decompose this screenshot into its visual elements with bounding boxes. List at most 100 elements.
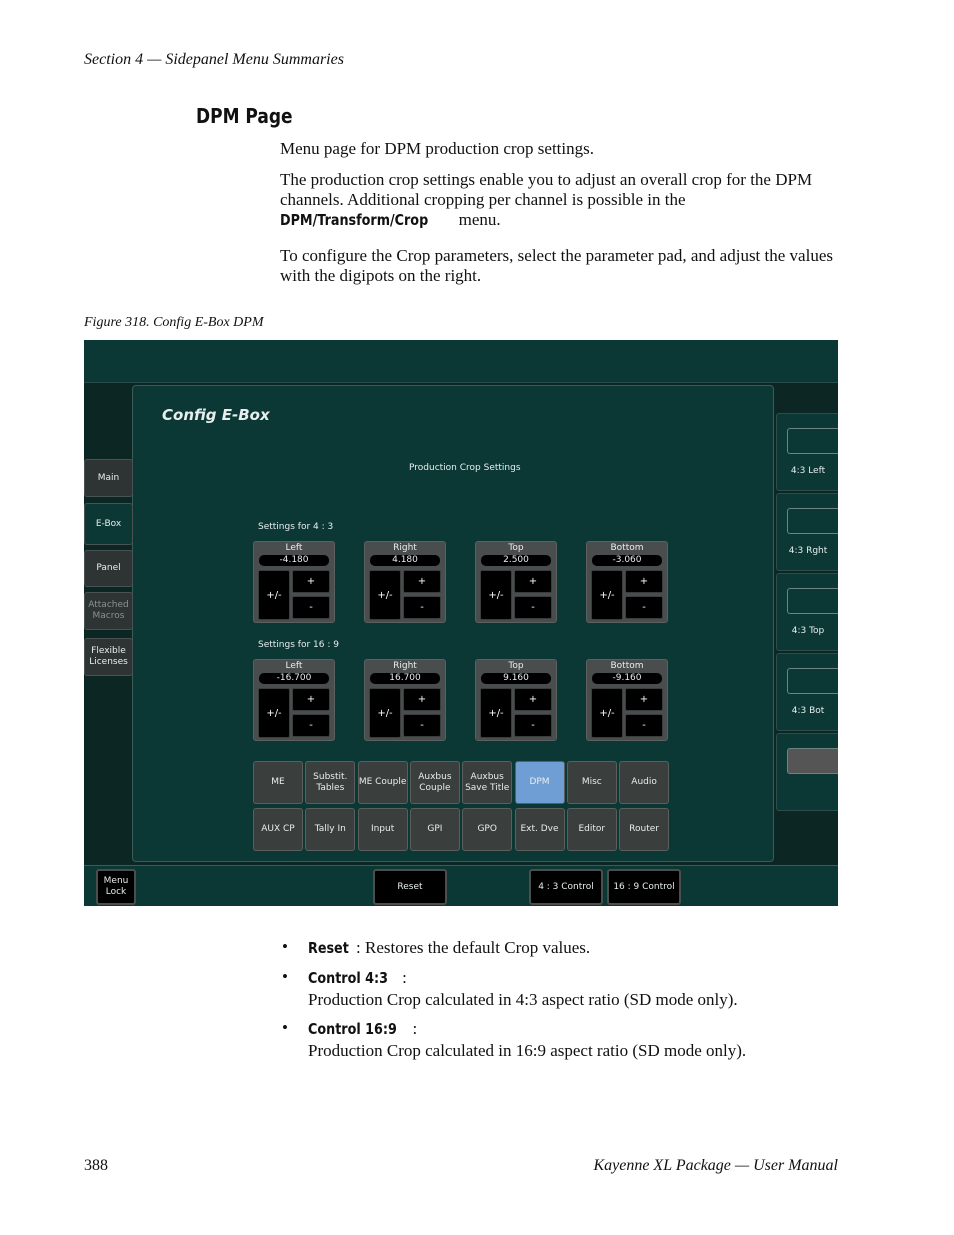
control-4-3-button[interactable]: 4 : 3 Control — [529, 869, 603, 905]
pad-value: 4.180 — [370, 555, 440, 566]
menu-path: DPM/Transform/Crop — [280, 211, 429, 229]
decrement-button[interactable]: - — [625, 714, 663, 737]
sign-toggle-button[interactable]: +/- — [369, 570, 401, 620]
decrement-button[interactable]: - — [514, 714, 552, 737]
category-button-substit-tables[interactable]: Substit. Tables — [305, 761, 356, 804]
pad-value: -4.180 — [259, 555, 329, 566]
digipot-1[interactable]: 4:3 Left — [776, 413, 838, 491]
category-button-ext-dve[interactable]: Ext. Dve — [514, 808, 565, 851]
category-button-audio[interactable]: Audio — [619, 761, 670, 804]
page-number: 388 — [84, 1157, 108, 1174]
category-button-aux-cp[interactable]: AUX CP — [253, 808, 303, 851]
crop-pad-right[interactable]: Right 16.700 +/- + - — [364, 659, 446, 741]
reset-button[interactable]: Reset — [373, 869, 447, 905]
category-button-auxbus-save-title[interactable]: Auxbus Save Title — [462, 761, 513, 804]
crop-pad-bottom[interactable]: Bottom -9.160 +/- + - — [586, 659, 668, 741]
manual-title: Kayenne XL Package — User Manual — [593, 1157, 838, 1174]
group-label: Settings for 4 : 3 — [258, 522, 334, 532]
digipot-3[interactable]: 4:3 Top — [776, 573, 838, 651]
digipot-display — [787, 668, 838, 694]
sign-toggle-button[interactable]: +/- — [480, 688, 512, 738]
digipot-5[interactable] — [776, 733, 838, 811]
sidebar-tab-e-box[interactable]: E-Box — [84, 503, 133, 545]
increment-button[interactable]: + — [625, 570, 663, 593]
pad-value: -16.700 — [259, 673, 329, 684]
decrement-button[interactable]: - — [292, 714, 330, 737]
digipot-label: 4:3 Bot — [791, 706, 825, 716]
decrement-button[interactable]: - — [292, 596, 330, 619]
text: menu. — [454, 210, 501, 229]
decrement-button[interactable]: - — [403, 714, 441, 737]
increment-button[interactable]: + — [514, 688, 552, 711]
category-button-router[interactable]: Router — [619, 808, 670, 851]
control-16-9-button[interactable]: 16 : 9 Control — [607, 869, 681, 905]
bullet-sep: : — [356, 938, 365, 957]
category-button-misc[interactable]: Misc — [566, 761, 617, 804]
pad-name: Right — [393, 661, 417, 671]
pad-name: Top — [508, 661, 524, 671]
sign-toggle-button[interactable]: +/- — [258, 570, 290, 620]
bullet-sep: : — [402, 968, 407, 987]
increment-button[interactable]: + — [514, 570, 552, 593]
crop-pad-bottom[interactable]: Bottom -3.060 +/- + - — [586, 541, 668, 623]
pad-value: -3.060 — [592, 555, 662, 566]
sign-toggle-button[interactable]: +/- — [591, 688, 623, 738]
sign-toggle-button[interactable]: +/- — [480, 570, 512, 620]
bullet-text: Production Crop calculated in 16:9 aspec… — [308, 1041, 747, 1060]
bullet-body: Control 4:3: Production Crop calculated i… — [308, 967, 848, 1010]
figure-caption: Figure 318. Config E-Box DPM — [84, 315, 264, 330]
pad-name: Left — [285, 543, 303, 553]
bottom-bar — [84, 865, 838, 906]
bullet-text: Restores the default Crop values. — [364, 938, 591, 957]
sidebar-tab-attached-macros[interactable]: Attached Macros — [84, 592, 133, 630]
increment-button[interactable]: + — [292, 570, 330, 593]
increment-button[interactable]: + — [403, 570, 441, 593]
digipot-display — [787, 588, 838, 614]
increment-button[interactable]: + — [403, 688, 441, 711]
config-ebox-screenshot: Config E-Box Production Crop Settings Ma… — [84, 340, 838, 906]
bullet-sep: : — [412, 1019, 418, 1038]
top-bar — [84, 340, 838, 383]
category-button-tally-in[interactable]: Tally In — [305, 808, 356, 851]
category-button-me[interactable]: ME — [253, 761, 303, 804]
decrement-button[interactable]: - — [514, 596, 552, 619]
pad-value: 16.700 — [370, 673, 440, 684]
sign-toggle-button[interactable]: +/- — [591, 570, 623, 620]
category-button-auxbus-couple[interactable]: Auxbus Couple — [409, 761, 460, 804]
pad-value: 2.500 — [481, 555, 551, 566]
intro-paragraph: Menu page for DPM production crop settin… — [280, 139, 594, 158]
bullet-term: Control 16:9 — [308, 1020, 397, 1038]
increment-button[interactable]: + — [292, 688, 330, 711]
crop-pad-left[interactable]: Left -16.700 +/- + - — [253, 659, 335, 741]
category-button-gpo[interactable]: GPO — [462, 808, 513, 851]
crop-pad-left[interactable]: Left -4.180 +/- + - — [253, 541, 335, 623]
decrement-button[interactable]: - — [403, 596, 441, 619]
sidebar-tab-main[interactable]: Main — [84, 459, 133, 497]
sign-toggle-button[interactable]: +/- — [369, 688, 401, 738]
digipot-4[interactable]: 4:3 Bot — [776, 653, 838, 731]
increment-button[interactable]: + — [625, 688, 663, 711]
category-button-input[interactable]: Input — [357, 808, 408, 851]
category-button-me-couple[interactable]: ME Couple — [357, 761, 408, 804]
crop-pad-top[interactable]: Top 9.160 +/- + - — [475, 659, 557, 741]
digipot-2[interactable]: 4:3 Rght — [776, 493, 838, 571]
bullet-body: Reset: Restores the default Crop values. — [308, 937, 848, 959]
decrement-button[interactable]: - — [625, 596, 663, 619]
category-button-gpi[interactable]: GPI — [409, 808, 460, 851]
sign-toggle-button[interactable]: +/- — [258, 688, 290, 738]
digipot-display — [787, 508, 838, 534]
digipot-label: 4:3 Rght — [788, 546, 828, 556]
pad-value: -9.160 — [592, 673, 662, 684]
category-button-dpm[interactable]: DPM — [514, 761, 565, 804]
group-label: Settings for 16 : 9 — [258, 640, 339, 650]
category-button-editor[interactable]: Editor — [566, 808, 617, 851]
crop-pad-top[interactable]: Top 2.500 +/- + - — [475, 541, 557, 623]
configure-paragraph: To configure the Crop parameters, select… — [280, 246, 833, 285]
menu-lock-button[interactable]: Menu Lock — [96, 869, 136, 905]
section-title: Production Crop Settings — [409, 463, 521, 473]
sidebar-tab-panel[interactable]: Panel — [84, 550, 133, 587]
pad-name: Left — [285, 661, 303, 671]
sidebar-tab-flexible-licenses[interactable]: Flexible Licenses — [84, 638, 133, 676]
bullet-term: Control 4:3 — [308, 969, 388, 987]
crop-pad-right[interactable]: Right 4.180 +/- + - — [364, 541, 446, 623]
